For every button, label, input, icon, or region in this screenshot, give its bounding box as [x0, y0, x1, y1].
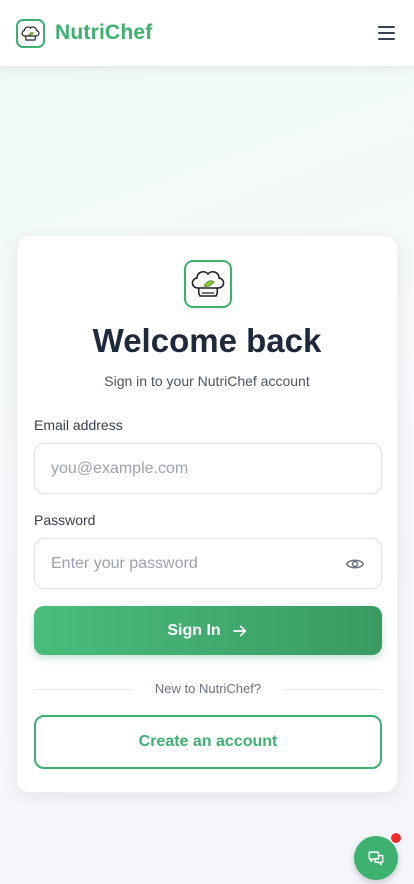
divider: New to NutriChef?	[34, 681, 382, 697]
chat-bubbles-icon	[368, 851, 384, 866]
eye-icon[interactable]	[345, 554, 365, 574]
chef-hat-icon	[16, 18, 45, 48]
email-placeholder: you@example.com	[51, 459, 189, 477]
page-subtitle: Sign in to your NutriChef account	[104, 373, 310, 389]
password-placeholder: Enter your password	[51, 554, 198, 572]
sign-in-button[interactable]: Sign In	[34, 606, 382, 655]
email-field[interactable]: you@example.com	[34, 443, 382, 494]
email-label: Email address	[34, 417, 123, 433]
login-card: Welcome back Sign in to your NutriChef a…	[16, 235, 398, 793]
sign-in-label: Sign In	[167, 621, 221, 639]
chef-hat-icon	[184, 260, 232, 308]
create-account-label: Create an account	[138, 733, 278, 750]
notification-dot	[390, 832, 402, 844]
hamburger-menu-icon[interactable]	[374, 21, 398, 45]
create-account-button[interactable]: Create an account	[34, 715, 382, 769]
arrow-right-icon	[232, 625, 246, 636]
brand[interactable]: NutriChef	[16, 18, 153, 48]
top-navbar: NutriChef	[0, 0, 414, 66]
divider-line-right	[285, 689, 382, 690]
password-field[interactable]: Enter your password	[34, 538, 382, 589]
password-label: Password	[34, 512, 96, 528]
brand-name: NutriChef	[55, 21, 153, 44]
page-title: Welcome back	[92, 322, 322, 359]
